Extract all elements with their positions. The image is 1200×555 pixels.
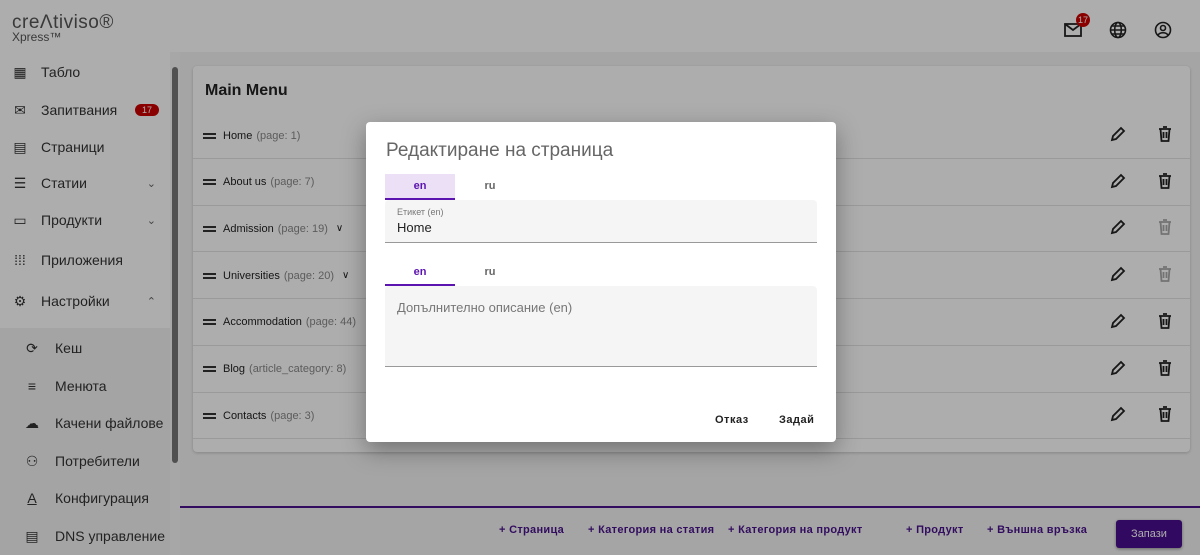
description-textarea[interactable]: Допълнително описание (en) (385, 286, 817, 367)
tab-en-description[interactable]: en (385, 260, 455, 286)
tab-ru[interactable]: ru (455, 174, 525, 200)
submit-button[interactable]: Задай (779, 414, 814, 426)
cancel-button[interactable]: Отказ (715, 414, 749, 426)
tab-en[interactable]: en (385, 174, 455, 200)
description-placeholder: Допълнително описание (en) (397, 300, 573, 315)
edit-page-dialog: Редактиране на страница en ru Етикет (en… (366, 122, 836, 442)
tab-ru-description[interactable]: ru (455, 260, 525, 286)
label-field-value[interactable]: Home (397, 220, 432, 235)
label-field[interactable]: Етикет (en) Home (385, 200, 817, 243)
label-field-label: Етикет (en) (397, 207, 444, 217)
dialog-title: Редактиране на страница (386, 140, 614, 161)
